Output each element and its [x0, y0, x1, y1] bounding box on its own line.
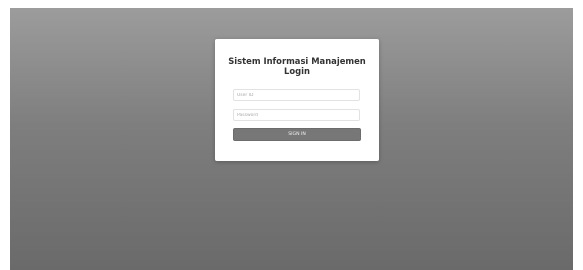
user-id-input[interactable] [233, 89, 360, 101]
page-background: Sistem Informasi Manajemen Login SIGN IN [10, 8, 573, 270]
login-card: Sistem Informasi Manajemen Login SIGN IN [215, 39, 379, 161]
password-input[interactable] [233, 109, 360, 121]
login-title: Sistem Informasi Manajemen Login [228, 56, 366, 76]
sign-in-button[interactable]: SIGN IN [233, 128, 361, 141]
